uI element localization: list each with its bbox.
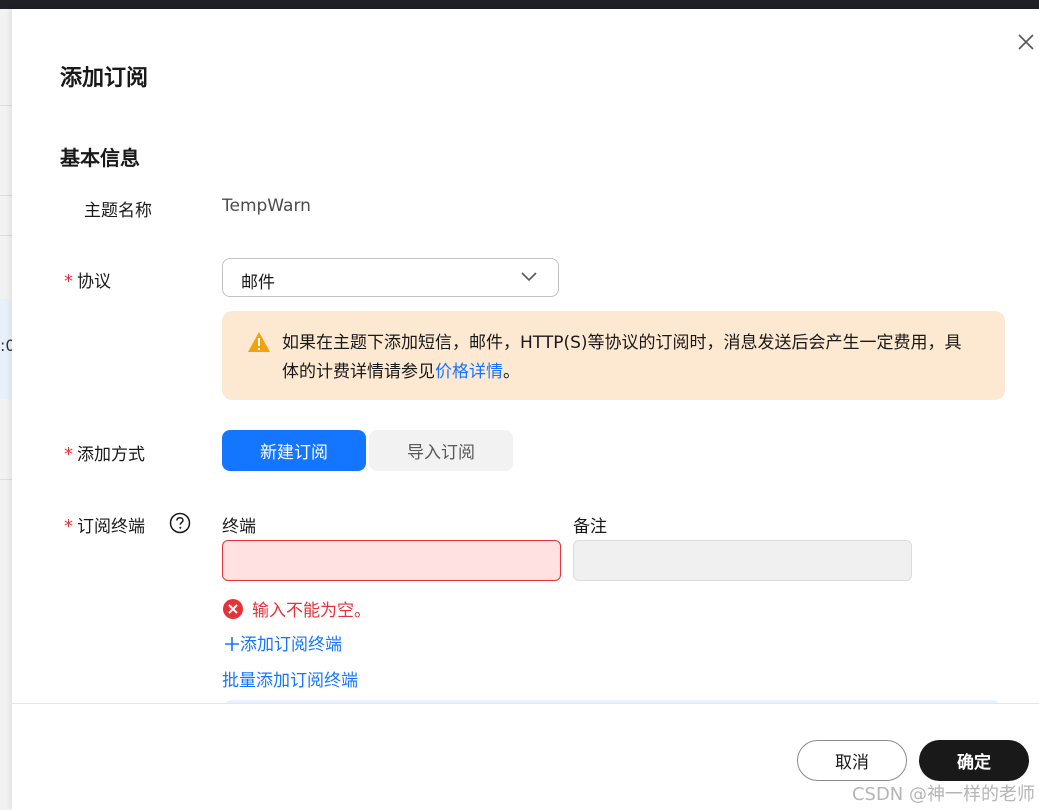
warning-icon (248, 332, 270, 352)
new-subscription-tab[interactable]: 新建订阅 (222, 430, 366, 471)
endpoint-label: 订阅终端 (77, 517, 145, 537)
drawer-title: 添加订阅 (60, 66, 149, 91)
error-icon (223, 598, 243, 619)
protocol-selected-value: 邮件 (241, 273, 275, 293)
notice-text: 如果在主题下添加短信，邮件，HTTP(S)等协议的订阅时，消息发送后会产生一定费… (282, 333, 962, 382)
close-icon[interactable] (1014, 30, 1038, 54)
section-title-basic-info: 基本信息 (60, 146, 140, 170)
protocol-select[interactable]: 邮件 (222, 258, 559, 297)
watermark: CSDN @神一样的老师 (851, 784, 1035, 805)
protocol-label-row: * 协议 (64, 267, 111, 292)
add-endpoint-link[interactable]: 添加订阅终端 (224, 630, 342, 655)
protocol-label: 协议 (77, 272, 111, 292)
add-endpoint-label: 添加订阅终端 (240, 635, 342, 655)
batch-add-endpoint-link[interactable]: 批量添加订阅终端 (222, 666, 358, 691)
topic-name-value: TempWarn (222, 196, 311, 216)
endpoint-error-row: 输入不能为空。 (222, 596, 371, 621)
add-method-label: 添加方式 (77, 445, 145, 465)
top-bar (0, 0, 1039, 9)
remark-column-header: 备注 (573, 517, 607, 537)
chevron-down-icon (521, 272, 537, 282)
endpoint-column-header: 终端 (222, 517, 256, 537)
add-subscription-drawer (12, 9, 1039, 810)
required-mark: * (64, 444, 73, 465)
help-icon[interactable] (169, 512, 191, 534)
required-mark: * (64, 516, 73, 537)
required-mark: * (64, 271, 73, 292)
topic-name-label: 主题名称 (84, 201, 152, 221)
endpoint-label-row: * 订阅终端 (64, 512, 145, 537)
plus-icon (225, 637, 239, 651)
notice-suffix: 。 (503, 362, 520, 382)
endpoint-input[interactable] (222, 540, 561, 581)
confirm-button[interactable]: 确定 (919, 740, 1029, 781)
footer-divider (12, 703, 1039, 704)
background-page (0, 9, 12, 810)
endpoint-error-message: 输入不能为空。 (252, 601, 371, 621)
add-method-label-row: * 添加方式 (64, 440, 145, 465)
pricing-details-link[interactable]: 价格详情 (435, 362, 503, 382)
notice-text-block: 如果在主题下添加短信，邮件，HTTP(S)等协议的订阅时，消息发送后会产生一定费… (282, 329, 962, 387)
remark-input[interactable] (573, 540, 912, 581)
pricing-notice: 如果在主题下添加短信，邮件，HTTP(S)等协议的订阅时，消息发送后会产生一定费… (222, 311, 1005, 400)
import-subscription-tab[interactable]: 导入订阅 (369, 430, 513, 471)
cancel-button[interactable]: 取消 (797, 740, 907, 781)
